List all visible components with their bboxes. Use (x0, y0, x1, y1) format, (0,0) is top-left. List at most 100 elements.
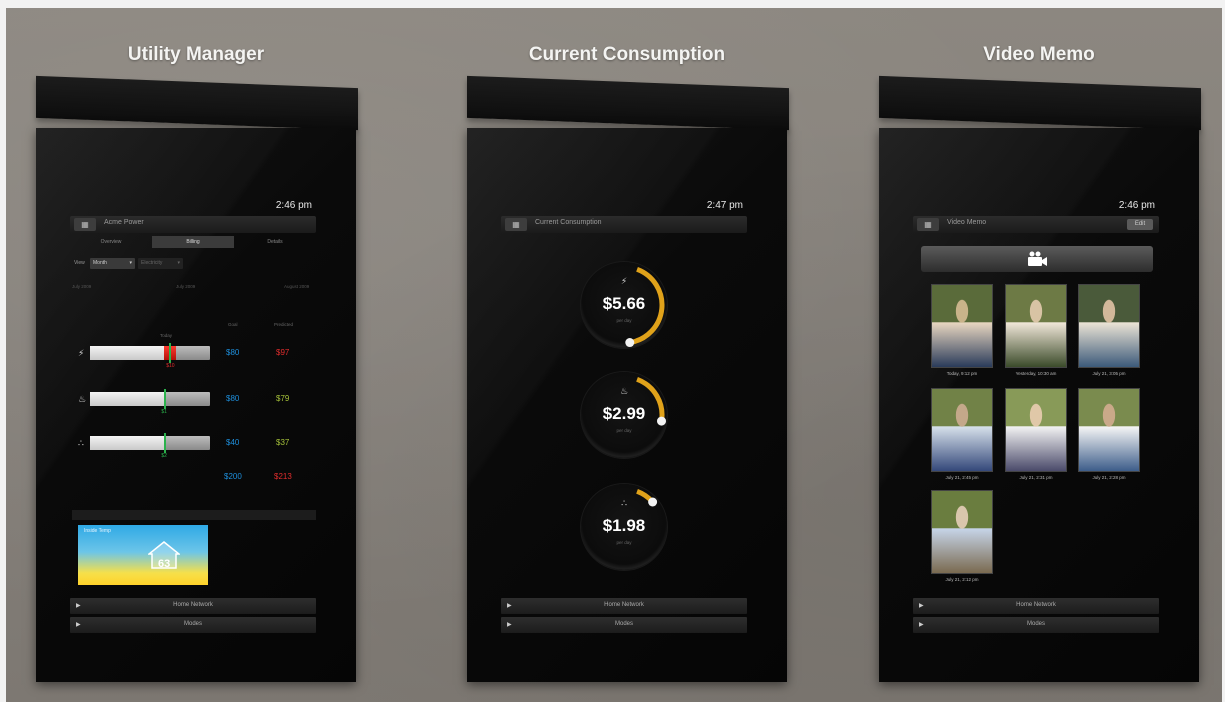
video-thumbnail[interactable]: Today, 9:12 pm (931, 284, 993, 376)
record-video-button[interactable] (921, 246, 1153, 272)
modes-label: Modes (1026, 621, 1045, 627)
video-timestamp: July 21, 2:45 pm (945, 475, 979, 480)
video-preview-image (932, 285, 992, 367)
flame-icon: ♨ (619, 386, 629, 396)
utility-manager-panel: 2:46 pm ▦ Acme Power Overview Billing De… (36, 128, 356, 682)
consumption-gauge[interactable]: ⚡ $5.66 per day (581, 262, 667, 348)
home-network-row[interactable]: ▶ Home Network (501, 598, 747, 614)
modes-row[interactable]: ▶ Modes (913, 617, 1159, 633)
goal-column-header: Goal (228, 322, 238, 327)
lightning-icon: ⚡ (78, 348, 85, 358)
gauge-sub-label: per day (616, 318, 632, 323)
video-thumbnail[interactable]: July 21, 2:28 pm (1078, 388, 1140, 480)
gauge-value: $1.98 (602, 516, 646, 535)
home-network-label: Home Network (1016, 602, 1056, 608)
usage-bar-fill (90, 392, 165, 406)
current-consumption-panel: 2:47 pm ▦ Current Consumption ⚡ $5.66 per … (467, 128, 787, 682)
video-preview-image (1079, 389, 1139, 471)
consumption-gauge[interactable]: ♨ $2.99 per day (581, 372, 667, 458)
thermostat-label: Inside Temp (84, 528, 111, 534)
predicted-column-header: Predicted (274, 322, 294, 327)
consumption-gauge[interactable]: ∴ $1.98 per day (581, 484, 667, 570)
today-marker (164, 389, 167, 409)
date-start: July 2009 (72, 284, 92, 289)
header-bar: ▦ Video Memo Edit (913, 216, 1159, 233)
view-label: View (74, 260, 85, 266)
apps-grid-button[interactable]: ▦ (917, 218, 939, 231)
chevron-down-icon: ▾ (129, 260, 132, 266)
utility-row[interactable]: ∴ $2 $40 $37 (74, 433, 334, 459)
tab-overview[interactable]: Overview (70, 236, 152, 248)
video-timestamp: July 21, 2:28 pm (1092, 475, 1126, 480)
today-label: Today (160, 333, 173, 338)
usage-bar (90, 343, 210, 363)
video-thumbnail[interactable]: July 21, 3:05 pm (1078, 284, 1140, 376)
total-goal: $200 (224, 472, 242, 481)
total-predicted: $213 (274, 472, 292, 481)
date-mid: July 2009 (176, 284, 196, 289)
predicted-value: $79 (276, 394, 290, 403)
period-select[interactable]: Month ▾ (90, 258, 135, 269)
tab-details[interactable]: Details (234, 236, 316, 248)
today-amount: $2 (161, 453, 167, 459)
goal-value: $80 (226, 348, 240, 357)
gauge-value: $2.99 (602, 404, 646, 423)
video-timestamp: July 21, 2:12 pm (945, 577, 979, 582)
divider-strip (72, 510, 316, 520)
title-utility-manager: Utility Manager (127, 44, 265, 65)
utility-row[interactable]: ♨ $1 $80 $79 (74, 389, 334, 415)
goal-value: $80 (226, 394, 240, 403)
usage-bar-fill (90, 346, 165, 360)
utility-select[interactable]: Electricity ▾ (138, 258, 183, 269)
today-marker (169, 343, 172, 363)
home-network-label: Home Network (173, 602, 213, 608)
edit-button[interactable]: Edit (1127, 219, 1153, 230)
video-timestamp: July 21, 2:31 pm (1019, 475, 1053, 480)
header-title: Current Consumption (535, 219, 602, 226)
video-timestamp: Yesterday, 10:30 am (1015, 371, 1057, 376)
gauge-sub-label: per day (616, 540, 632, 545)
home-network-row[interactable]: ▶ Home Network (913, 598, 1159, 614)
video-thumbnail[interactable]: July 21, 2:31 pm (1005, 388, 1067, 480)
gauge-sub-label: per day (616, 428, 632, 433)
modes-row[interactable]: ▶ Modes (70, 617, 316, 633)
video-thumbnail[interactable]: July 21, 2:12 pm (931, 490, 993, 582)
tab-billing[interactable]: Billing (152, 236, 234, 248)
clock: 2:47 pm (706, 200, 743, 211)
gauge-knob[interactable] (625, 338, 635, 348)
video-thumbnail[interactable]: Yesterday, 10:30 am (1005, 284, 1067, 376)
video-timestamp: July 21, 3:05 pm (1092, 371, 1126, 376)
usage-bar (90, 389, 210, 409)
video-memo-panel: 2:46 pm ▦ Video Memo Edit Today, 9:12 pm… (879, 128, 1199, 682)
video-preview-image (1079, 285, 1139, 367)
home-network-label: Home Network (604, 602, 644, 608)
lightning-icon: ⚡ (620, 276, 628, 286)
thermostat-widget[interactable]: Inside Temp 63 (78, 525, 208, 585)
date-end: August 2009 (284, 284, 310, 289)
apps-grid-button[interactable]: ▦ (505, 218, 527, 231)
predicted-value: $97 (276, 348, 290, 357)
today-amount: $10 (166, 363, 175, 369)
video-thumbnail[interactable]: July 21, 2:45 pm (931, 388, 993, 480)
utility-select-value: Electricity (141, 260, 163, 266)
clock: 2:46 pm (275, 200, 312, 211)
video-timestamp: Today, 9:12 pm (946, 371, 978, 376)
header-title: Acme Power (104, 219, 144, 226)
today-amount: $1 (161, 409, 167, 415)
modes-row[interactable]: ▶ Modes (501, 617, 747, 633)
thermostat-temp: 63 (158, 558, 171, 570)
today-marker (164, 433, 167, 453)
video-preview-image (1006, 389, 1066, 471)
apps-grid-button[interactable]: ▦ (74, 218, 96, 231)
title-current-consumption: Current Consumption (528, 44, 726, 65)
predicted-value: $37 (276, 438, 290, 447)
header-bar: ▦ Current Consumption (501, 216, 747, 233)
utility-row[interactable]: ⚡ $10 $80 $97 (74, 343, 334, 369)
video-preview-image (932, 389, 992, 471)
gauge-value: $5.66 (602, 294, 646, 313)
water-icon: ∴ (78, 438, 84, 448)
video-camera-icon (1028, 251, 1047, 266)
chevron-down-icon: ▾ (177, 260, 180, 266)
usage-bar (90, 433, 210, 453)
home-network-row[interactable]: ▶ Home Network (70, 598, 316, 614)
